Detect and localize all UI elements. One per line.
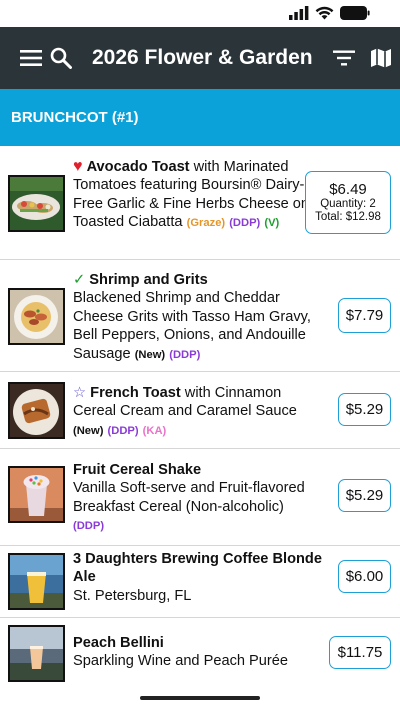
item-photo-shrimp-grits — [8, 288, 65, 345]
price-button[interactable]: $6.49 Quantity: 2 Total: $12.98 — [305, 171, 391, 234]
menu-icon[interactable] — [14, 41, 48, 75]
item-photo-avocado-toast — [8, 175, 65, 232]
price-button[interactable]: $5.29 — [338, 479, 391, 512]
price-value: $6.49 — [329, 181, 367, 198]
list-item[interactable]: ✓ Shrimp and Grits Blackened Shrimp and … — [0, 260, 400, 372]
item-photo-french-toast — [8, 382, 65, 439]
signal-icon — [289, 6, 309, 20]
list-item[interactable]: Peach Bellini Sparkling Wine and Peach P… — [0, 618, 400, 686]
tag-new: (New) — [134, 348, 166, 361]
item-name: French Toast — [90, 385, 181, 401]
price-value: $7.79 — [345, 307, 384, 324]
item-photo-fruit-cereal-shake — [8, 466, 65, 523]
item-photo-coffee-blonde-ale — [8, 553, 65, 610]
list-item[interactable]: Fruit Cereal Shake Vanilla Soft-serve an… — [0, 449, 400, 546]
battery-icon — [340, 6, 370, 20]
item-name: 3 Daughters Brewing Coffee Blonde Ale — [73, 551, 322, 586]
check-icon: ✓ — [73, 272, 86, 288]
tag-graze: (Graze) — [186, 217, 226, 230]
status-bar — [0, 0, 400, 27]
tag-ddp: (DDP) — [169, 348, 201, 361]
tag-ddp: (DDP) — [73, 520, 105, 533]
list-item[interactable]: ♥ Avocado Toast with Marinated Tomatoes … — [0, 146, 400, 260]
star-outline-icon: ☆ — [73, 385, 87, 401]
price-value: $11.75 — [337, 644, 383, 661]
price-value: $5.29 — [345, 487, 384, 504]
tag-new: (New) — [73, 424, 104, 437]
price-button[interactable]: $11.75 — [329, 636, 391, 669]
search-icon[interactable] — [44, 41, 78, 75]
item-details: Sparkling Wine and Peach Purée — [73, 653, 288, 670]
item-details: St. Petersburg, FL — [73, 587, 192, 604]
price-button[interactable]: $7.79 — [338, 298, 391, 333]
total-text: Total: $12.98 — [315, 211, 381, 223]
item-name: Shrimp and Grits — [89, 272, 208, 288]
page-title: 2026 Flower & Garden — [92, 46, 313, 69]
quantity-text: Quantity: 2 — [320, 198, 376, 210]
menu-list: ♥ Avocado Toast with Marinated Tomatoes … — [0, 146, 400, 686]
item-description: ✓ Shrimp and Grits Blackened Shrimp and … — [73, 271, 328, 364]
tag-ddp: (DDP) — [107, 424, 139, 437]
tag-v: (V) — [264, 217, 280, 230]
home-indicator[interactable] — [140, 696, 260, 700]
item-description: 3 Daughters Brewing Coffee Blonde Ale St… — [73, 550, 328, 605]
map-icon[interactable] — [364, 41, 398, 75]
filter-icon[interactable] — [327, 41, 361, 75]
app-bar: 2026 Flower & Garden — [0, 27, 400, 89]
wifi-icon — [315, 6, 334, 20]
item-description: ☆ French Toast with Cinnamon Cereal Crea… — [73, 384, 328, 440]
section-header[interactable]: BRUNCHCOT (#1) — [0, 89, 400, 146]
item-photo-peach-bellini — [8, 625, 65, 682]
price-value: $5.29 — [345, 401, 384, 418]
tag-ddp: (DDP) — [229, 217, 261, 230]
item-description: ♥ Avocado Toast with Marinated Tomatoes … — [73, 158, 328, 233]
list-item[interactable]: ☆ French Toast with Cinnamon Cereal Crea… — [0, 372, 400, 449]
price-value: $6.00 — [345, 568, 384, 585]
item-name: Peach Bellini — [73, 635, 164, 651]
item-details: Vanilla Soft-serve and Fruit-flavored Br… — [73, 480, 305, 515]
item-description: Fruit Cereal Shake Vanilla Soft-serve an… — [73, 461, 328, 536]
tag-ka: (KA) — [142, 424, 167, 437]
item-name: Avocado Toast — [86, 159, 190, 175]
list-item[interactable]: 3 Daughters Brewing Coffee Blonde Ale St… — [0, 546, 400, 618]
price-button[interactable]: $5.29 — [338, 393, 391, 426]
item-name: Fruit Cereal Shake — [73, 462, 202, 478]
item-description: Peach Bellini Sparkling Wine and Peach P… — [73, 634, 328, 671]
price-button[interactable]: $6.00 — [338, 560, 391, 593]
favorite-heart-icon: ♥ — [73, 158, 83, 175]
